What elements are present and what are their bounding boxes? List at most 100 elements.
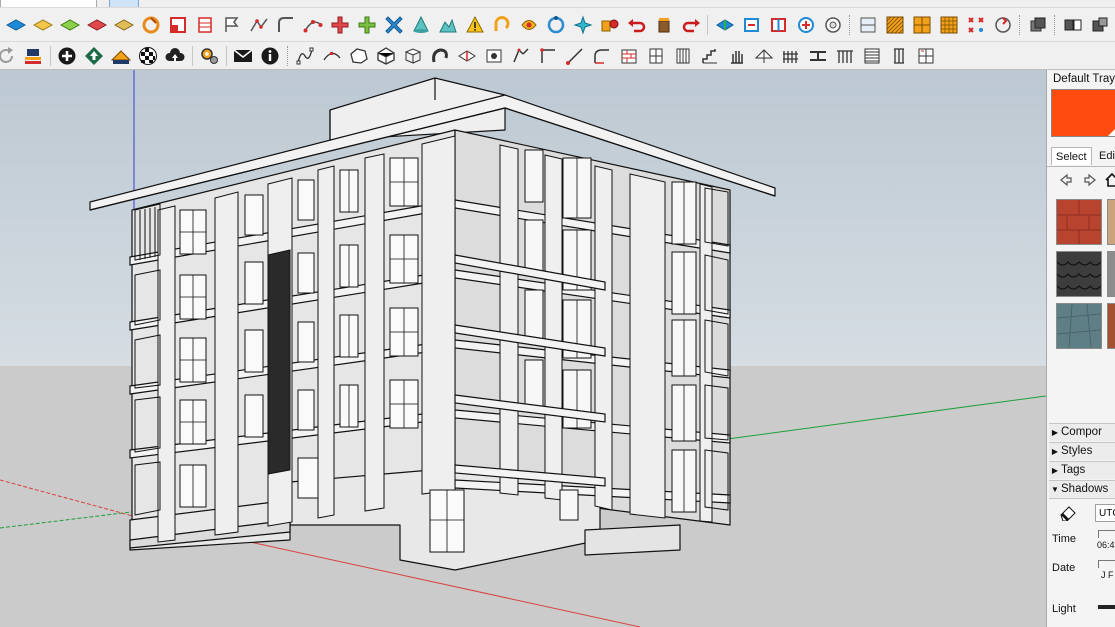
panel-tags[interactable]: ▶ Tags bbox=[1049, 461, 1115, 479]
solid-intersect-icon[interactable] bbox=[794, 13, 818, 37]
refresh-icon[interactable] bbox=[0, 44, 18, 68]
stair-icon[interactable] bbox=[698, 44, 722, 68]
shelf-icon[interactable] bbox=[914, 44, 938, 68]
louver-icon[interactable] bbox=[860, 44, 884, 68]
window-icon[interactable] bbox=[644, 44, 668, 68]
line-icon[interactable] bbox=[563, 44, 587, 68]
curve-tool-icon[interactable] bbox=[490, 13, 514, 37]
panel-styles[interactable]: ▶ Styles bbox=[1049, 442, 1115, 460]
rust-material[interactable] bbox=[1107, 303, 1115, 349]
polygon-icon[interactable] bbox=[347, 44, 371, 68]
column-icon[interactable] bbox=[887, 44, 911, 68]
material-icon[interactable] bbox=[85, 13, 109, 37]
solid-split-icon[interactable] bbox=[767, 13, 791, 37]
tile-grid-icon[interactable] bbox=[937, 13, 961, 37]
roof-icon[interactable] bbox=[752, 44, 776, 68]
warning-icon[interactable] bbox=[463, 13, 487, 37]
delete-vertex-icon[interactable] bbox=[382, 13, 406, 37]
sandbox-icon[interactable] bbox=[374, 44, 398, 68]
spline-icon[interactable] bbox=[293, 44, 317, 68]
roof-shingle-material[interactable] bbox=[1056, 251, 1102, 297]
time-slider[interactable] bbox=[1098, 530, 1115, 538]
red-brick-material[interactable] bbox=[1056, 199, 1102, 245]
solid-subtract-icon[interactable] bbox=[740, 13, 764, 37]
utc-dropdown[interactable]: UTC bbox=[1095, 504, 1115, 522]
component-icon[interactable] bbox=[58, 13, 82, 37]
back-arrow-icon[interactable] bbox=[1057, 171, 1075, 189]
explode-icon[interactable] bbox=[1061, 13, 1085, 37]
active-tool-partial[interactable] bbox=[109, 0, 139, 7]
settings-icon[interactable] bbox=[197, 44, 221, 68]
extrude-icon[interactable] bbox=[401, 44, 425, 68]
blue-stone-material[interactable] bbox=[1056, 303, 1102, 349]
cone-icon[interactable] bbox=[409, 13, 433, 37]
swatch-corner bbox=[1108, 126, 1115, 136]
export-icon[interactable] bbox=[21, 44, 45, 68]
follow-me-icon[interactable] bbox=[139, 13, 163, 37]
terrain-icon[interactable] bbox=[436, 13, 460, 37]
forward-arrow-icon[interactable] bbox=[1081, 171, 1099, 189]
shapes-icon[interactable] bbox=[598, 13, 622, 37]
arc-icon[interactable] bbox=[320, 44, 344, 68]
solid-union-icon[interactable] bbox=[713, 13, 737, 37]
array-grid-icon[interactable] bbox=[910, 13, 934, 37]
date-slider[interactable] bbox=[1098, 560, 1115, 568]
mail-icon[interactable] bbox=[231, 44, 255, 68]
current-material-swatch[interactable] bbox=[1051, 89, 1115, 137]
modeling-viewport[interactable] bbox=[0, 70, 1046, 627]
warehouse-icon[interactable] bbox=[109, 44, 133, 68]
hatch-grid-icon[interactable] bbox=[883, 13, 907, 37]
3d-text-icon[interactable] bbox=[4, 13, 28, 37]
beam-icon[interactable] bbox=[806, 44, 830, 68]
cloud-upload-icon[interactable] bbox=[163, 44, 187, 68]
add-icon[interactable] bbox=[55, 44, 79, 68]
slice-icon[interactable] bbox=[509, 44, 533, 68]
grid-frame-icon[interactable] bbox=[856, 13, 880, 37]
scatter-icon[interactable] bbox=[964, 13, 988, 37]
eraser-icon[interactable] bbox=[1059, 505, 1077, 526]
fillet-icon[interactable] bbox=[590, 44, 614, 68]
move-vertex-icon[interactable] bbox=[355, 13, 379, 37]
panel-shadows[interactable]: ▼ Shadows bbox=[1049, 480, 1115, 499]
light-slider[interactable] bbox=[1098, 605, 1115, 609]
paint-icon[interactable] bbox=[652, 13, 676, 37]
tan-material[interactable] bbox=[1107, 199, 1115, 245]
corner-icon[interactable] bbox=[536, 44, 560, 68]
tab-edit[interactable]: Edit bbox=[1095, 147, 1115, 165]
plus-snap-icon[interactable] bbox=[571, 13, 595, 37]
fillet-small-icon[interactable] bbox=[274, 13, 298, 37]
add-vertex-icon[interactable] bbox=[328, 13, 352, 37]
redo-icon[interactable] bbox=[679, 13, 703, 37]
polyline-icon[interactable] bbox=[247, 13, 271, 37]
orbit-icon[interactable] bbox=[544, 13, 568, 37]
shape-tool-icon[interactable] bbox=[517, 13, 541, 37]
rotate-3d-icon[interactable] bbox=[991, 13, 1015, 37]
offset-icon[interactable] bbox=[428, 44, 452, 68]
curve-points-icon[interactable] bbox=[301, 13, 325, 37]
chamfer-icon[interactable] bbox=[455, 44, 479, 68]
component-swap-icon[interactable] bbox=[1088, 13, 1112, 37]
undo-icon[interactable] bbox=[625, 13, 649, 37]
railing-icon[interactable] bbox=[833, 44, 857, 68]
fence-icon[interactable] bbox=[779, 44, 803, 68]
group-icon[interactable] bbox=[1026, 13, 1050, 37]
checker-icon[interactable] bbox=[136, 44, 160, 68]
grid-small-icon[interactable] bbox=[193, 13, 217, 37]
shell-icon[interactable] bbox=[821, 13, 845, 37]
flip-icon[interactable] bbox=[166, 13, 190, 37]
stone-material[interactable] bbox=[1107, 251, 1115, 297]
flag-icon[interactable] bbox=[220, 13, 244, 37]
tab-select[interactable]: Select bbox=[1051, 147, 1092, 165]
panel-components[interactable]: ▶ Compor bbox=[1049, 423, 1115, 441]
door-icon[interactable] bbox=[671, 44, 695, 68]
hand-icon[interactable] bbox=[725, 44, 749, 68]
section-plane-icon[interactable] bbox=[31, 13, 55, 37]
hole-icon[interactable] bbox=[482, 44, 506, 68]
search-field-partial[interactable] bbox=[0, 0, 97, 7]
apartment-building-model[interactable] bbox=[0, 70, 1046, 627]
push-pull-icon[interactable] bbox=[112, 13, 136, 37]
upload-icon[interactable] bbox=[82, 44, 106, 68]
home-icon[interactable] bbox=[1103, 171, 1115, 189]
info-icon[interactable] bbox=[258, 44, 282, 68]
wall-icon[interactable] bbox=[617, 44, 641, 68]
